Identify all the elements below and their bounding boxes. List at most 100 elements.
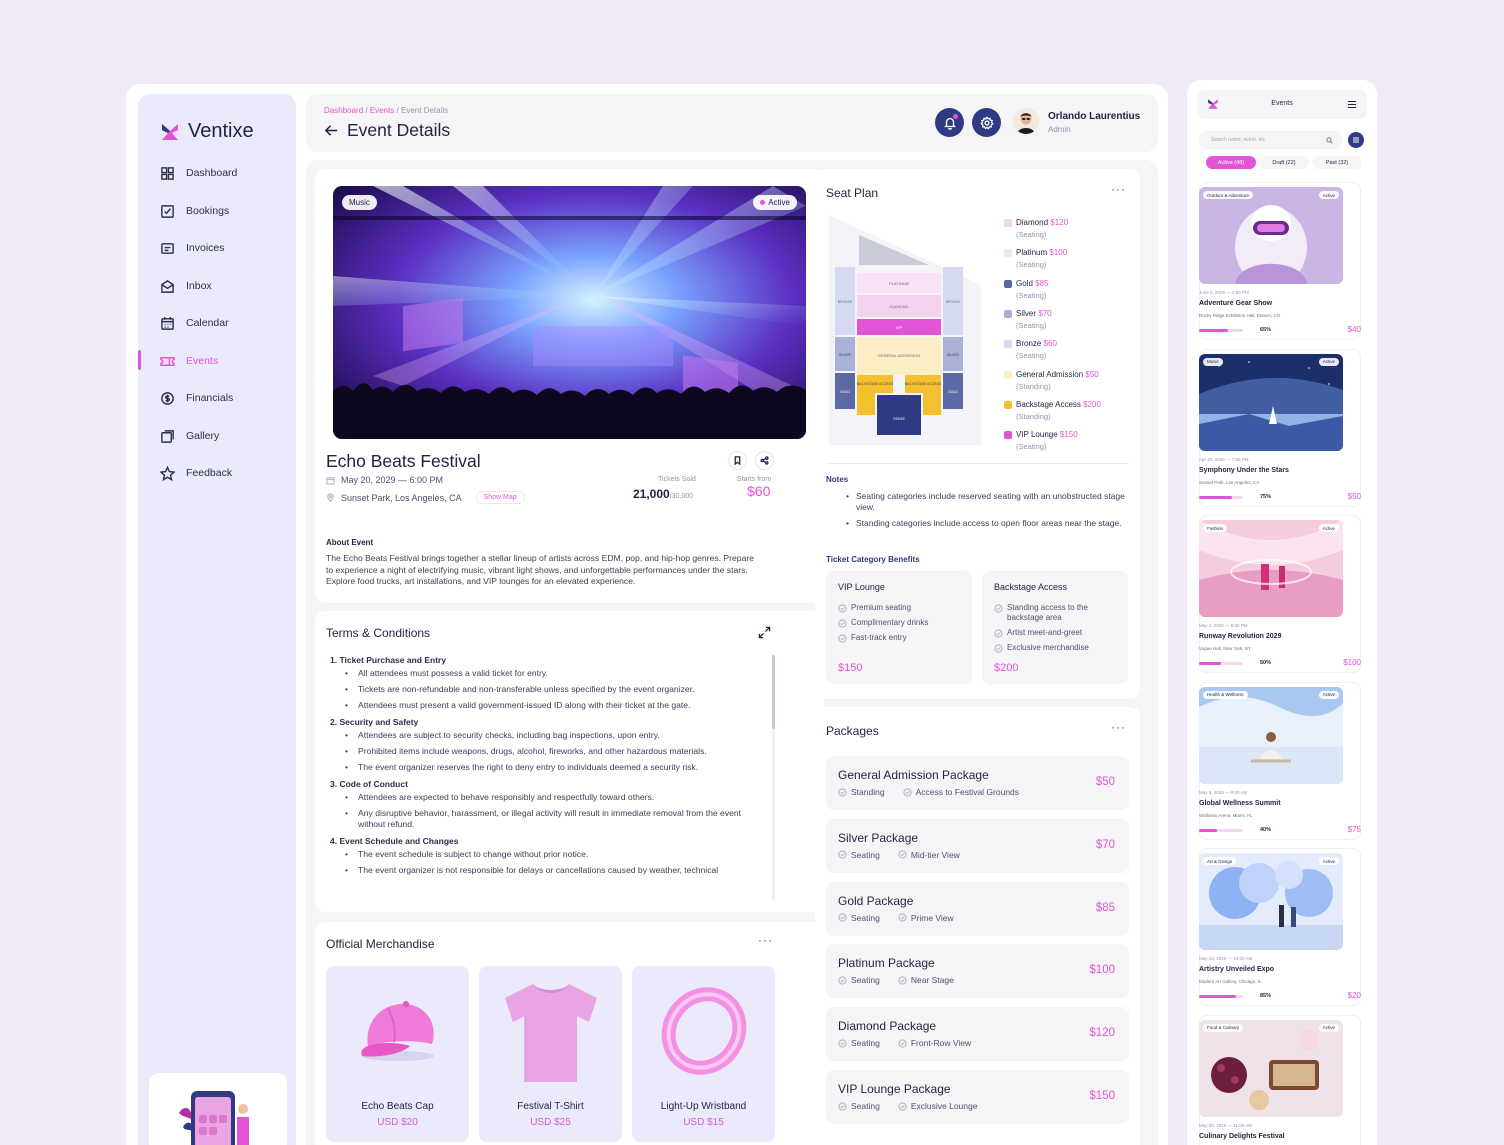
notifications-button[interactable]: [935, 108, 964, 137]
seat-map-label: GOLD: [948, 390, 958, 394]
show-map-button[interactable]: Show Map: [475, 491, 525, 504]
package-item[interactable]: General Admission Package Standing Access …: [826, 756, 1129, 810]
breadcrumb-separator: /: [396, 106, 399, 115]
check-circle-icon: [838, 604, 847, 613]
user-name[interactable]: Orlando Laurentius: [1048, 111, 1140, 122]
more-options-icon[interactable]: ···: [1111, 720, 1126, 734]
legend-type: (Seating): [1016, 290, 1047, 300]
benefit-item: Fast-track entry: [838, 633, 966, 643]
sidebar-item-calendar[interactable]: Calendar: [160, 312, 296, 334]
sidebar-item-inbox[interactable]: Inbox: [160, 275, 296, 297]
breadcrumb: Dashboard / Events / Event Details: [324, 106, 448, 115]
benefit-item-text: Fast-track entry: [851, 633, 907, 642]
legend-price: $200: [1083, 399, 1101, 409]
legend-category-name: VIP Lounge: [1016, 430, 1058, 440]
check-circle-icon: [898, 850, 907, 859]
package-tags: Seating Mid-tier View: [838, 850, 960, 860]
sidebar-item-label: Gallery: [186, 430, 220, 442]
avatar[interactable]: [1013, 108, 1039, 134]
merch-item-wristband[interactable]: Light-Up Wristband USD $15: [632, 966, 775, 1142]
topbar: Dashboard / Events / Event Details Event…: [306, 94, 1158, 152]
package-name: Diamond Package: [838, 1019, 937, 1034]
mobile-frame: Events Search name, event, etc Active (4…: [1187, 80, 1377, 1145]
terms-section-items: Attendees are subject to security checks…: [344, 730, 745, 773]
sidebar-item-invoices[interactable]: Invoices: [160, 237, 296, 259]
check-circle-icon: [898, 976, 907, 985]
legend-type: (Seating): [1016, 260, 1047, 270]
sidebar-item-financials[interactable]: Financials: [160, 387, 296, 409]
breadcrumb-dashboard[interactable]: Dashboard: [324, 106, 363, 115]
expand-icon[interactable]: [758, 626, 771, 639]
benefit-item-text: Artist meet-and-greet: [1007, 628, 1083, 637]
mobile-event-status: Active: [1318, 690, 1339, 699]
package-tag-text: Access to Festival Grounds: [915, 787, 1020, 797]
mobile-event-progress-fill: [1199, 828, 1217, 832]
sidebar-item-label: Dashboard: [186, 167, 238, 179]
benefit-item: Standing access to the backstage area: [994, 603, 1122, 623]
sidebar-item-dashboard[interactable]: Dashboard: [160, 162, 296, 184]
mobile-event-status: Active: [1318, 357, 1339, 366]
check-circle-icon: [838, 976, 847, 985]
event-date-row: May 20, 2029 — 6:00 PM: [326, 475, 443, 485]
mobile-event-category: Music: [1203, 357, 1223, 366]
mobile-event-name: Runway Revolution 2029: [1199, 633, 1282, 640]
benefit-card-vip[interactable]: VIP Lounge Premium seating Complimentary…: [826, 571, 972, 684]
app-logo[interactable]: Ventixe: [160, 120, 254, 143]
package-item[interactable]: Platinum Package Seating Near Stage $100: [826, 944, 1129, 999]
sidebar-item-feedback[interactable]: Feedback: [160, 462, 296, 484]
benefit-card-backstage[interactable]: Backstage Access Standing access to the …: [982, 571, 1128, 684]
back-arrow-icon[interactable]: [324, 123, 339, 138]
mobile-event-progress-fill: [1199, 495, 1232, 499]
legend-type: (Seating): [1016, 351, 1047, 361]
events-icon: [160, 356, 175, 366]
check-circle-icon: [994, 629, 1003, 638]
event-photo-icon: [1199, 853, 1343, 950]
merch-item-price: USD $15: [683, 1117, 724, 1128]
terms-scrollbar-thumb[interactable]: [772, 655, 775, 729]
mobile-event-progress: [1199, 828, 1243, 832]
notification-dot: [953, 114, 958, 119]
sidebar: Ventixe Dashboard Bookings Invoices Inbo…: [138, 94, 296, 1145]
benefit-price: $150: [838, 662, 863, 674]
sidebar-item-bookings[interactable]: Bookings: [160, 200, 296, 222]
bookmark-button[interactable]: [728, 451, 747, 470]
mobile-search-input[interactable]: Search name, event, etc: [1199, 131, 1343, 149]
benefit-item: Complimentary drinks: [838, 618, 966, 628]
package-item[interactable]: Silver Package Seating Mid-tier View $70: [826, 818, 1129, 873]
mobile-event-progress-label: 65%: [1260, 327, 1272, 333]
event-photo-icon: [1199, 187, 1343, 284]
merch-item-tshirt[interactable]: Festival T-Shirt USD $25: [479, 966, 622, 1142]
check-circle-icon: [994, 644, 1003, 653]
tickets-sold-value: 21,000/30,000: [633, 485, 693, 503]
package-item[interactable]: Diamond Package Seating Front-Row View $120: [826, 1007, 1129, 1062]
legend-price: $50: [1085, 369, 1099, 379]
legend-type: (Seating): [1016, 230, 1047, 239]
legend-swatch: [1004, 249, 1012, 258]
mobile-filter-button[interactable]: [1348, 132, 1364, 148]
about-event-text: The Echo Beats Festival brings together …: [326, 553, 755, 587]
sidebar-item-gallery[interactable]: Gallery: [160, 425, 296, 447]
more-options-icon[interactable]: ···: [1111, 182, 1126, 196]
sidebar-item-events[interactable]: Events: [160, 350, 296, 372]
benefit-item: Artist meet-and-greet: [994, 628, 1122, 638]
seat-plan-title: Seat Plan: [826, 186, 879, 200]
mobile-tab-draft[interactable]: Draft (22): [1259, 156, 1309, 169]
share-button[interactable]: [755, 451, 774, 470]
event-date: May 20, 2029 — 6:00 PM: [341, 475, 444, 485]
merch-item-cap[interactable]: Echo Beats Cap USD $20: [326, 966, 469, 1142]
event-location: Sunset Park, Los Angeles, CA: [341, 492, 462, 503]
settings-button[interactable]: [972, 108, 1001, 137]
legend-category-name: Silver: [1016, 308, 1037, 318]
terms-list: 1. Ticket Purchase and Entry All attende…: [330, 655, 745, 881]
package-item[interactable]: VIP Lounge Package Seating Exclusive Loung…: [826, 1070, 1129, 1124]
merch-item-name: Light-Up Wristband: [660, 1101, 747, 1112]
package-item[interactable]: Gold Package Seating Prime View $85: [826, 881, 1129, 936]
breadcrumb-events[interactable]: Events: [370, 106, 394, 115]
calendar-icon: [326, 476, 335, 485]
package-tags: Seating Prime View: [838, 913, 954, 923]
mobile-tab-active[interactable]: Active (48): [1206, 156, 1256, 169]
more-options-icon[interactable]: ···: [758, 933, 773, 947]
hamburger-menu-icon[interactable]: [1347, 100, 1357, 109]
mobile-tab-past[interactable]: Past (32): [1312, 156, 1362, 169]
package-tag: Prime View: [898, 913, 954, 923]
